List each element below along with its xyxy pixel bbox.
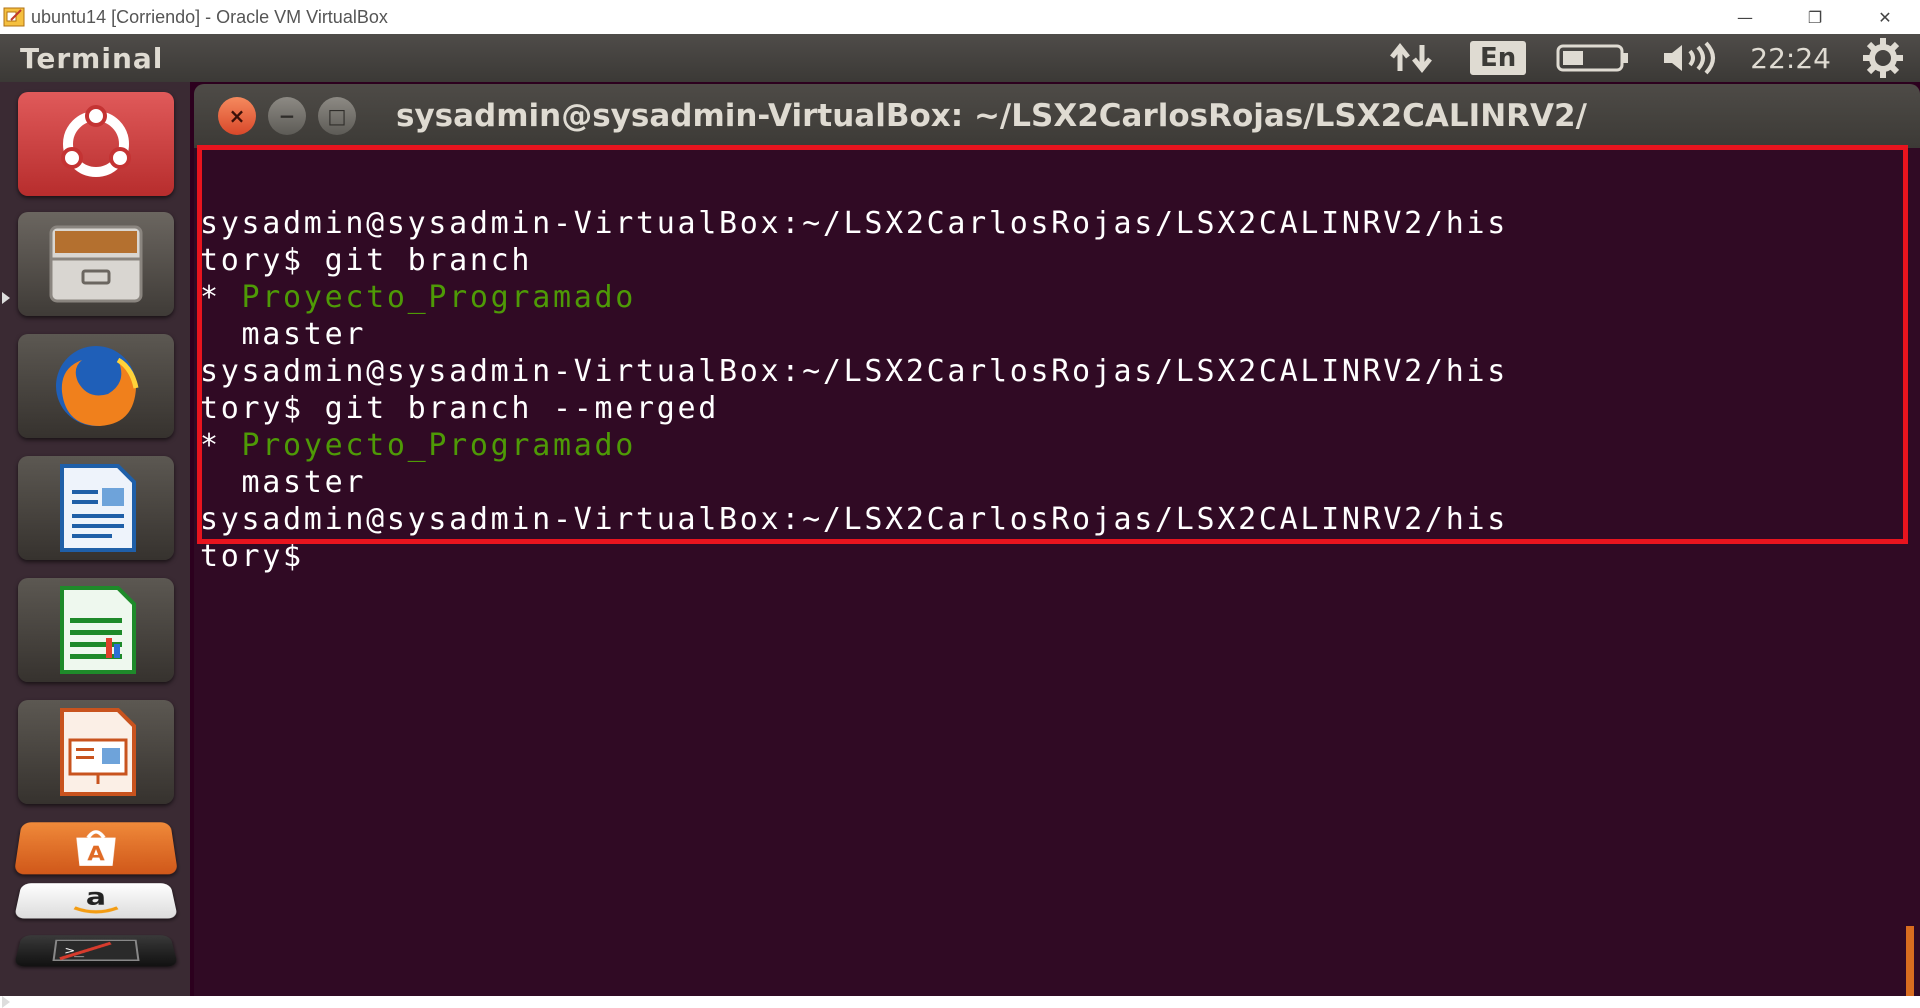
terminal-window-title: sysadmin@sysadmin-VirtualBox: ~/LSX2Carl… bbox=[396, 98, 1846, 134]
unity-launcher: A a >_ bbox=[0, 82, 190, 996]
libreoffice-calc-icon[interactable] bbox=[18, 578, 174, 682]
host-window-title: ubuntu14 [Corriendo] - Oracle VM Virtual… bbox=[31, 7, 388, 28]
host-minimize-button[interactable]: — bbox=[1710, 0, 1780, 34]
highlight-annotation-box bbox=[197, 145, 1908, 544]
svg-text:A: A bbox=[87, 842, 105, 865]
host-restore-button[interactable]: ❐ bbox=[1780, 0, 1850, 34]
launcher-running-indicator bbox=[2, 292, 10, 304]
top-panel: Terminal En 22:24 bbox=[0, 34, 1920, 82]
amazon-icon[interactable]: a bbox=[14, 883, 178, 918]
clock[interactable]: 22:24 bbox=[1750, 42, 1831, 75]
firefox-icon[interactable] bbox=[18, 334, 174, 438]
settings-gear-icon[interactable] bbox=[1861, 38, 1905, 78]
terminal-icon[interactable]: >_ bbox=[14, 935, 179, 966]
svg-text:a: a bbox=[86, 885, 107, 911]
terminal-titlebar[interactable]: × − □ sysadmin@sysadmin-VirtualBox: ~/LS… bbox=[194, 84, 1920, 148]
panel-app-name: Terminal bbox=[20, 42, 163, 75]
host-window-controls: — ❐ ✕ bbox=[1710, 0, 1920, 34]
battery-icon[interactable] bbox=[1556, 43, 1630, 73]
libreoffice-impress-icon[interactable] bbox=[18, 700, 174, 804]
host-close-button[interactable]: ✕ bbox=[1850, 0, 1920, 34]
files-icon[interactable] bbox=[18, 212, 174, 316]
window-close-button[interactable]: × bbox=[218, 97, 256, 135]
launcher-running-indicator bbox=[2, 996, 10, 1008]
software-center-icon[interactable]: A bbox=[14, 822, 178, 874]
libreoffice-writer-icon[interactable] bbox=[18, 456, 174, 560]
keyboard-lang-label: En bbox=[1470, 41, 1526, 75]
scrollbar-thumb[interactable] bbox=[1906, 926, 1914, 996]
host-titlebar: ubuntu14 [Corriendo] - Oracle VM Virtual… bbox=[0, 0, 1920, 34]
window-minimize-button[interactable]: − bbox=[268, 97, 306, 135]
window-maximize-button[interactable]: □ bbox=[318, 97, 356, 135]
indicator-area: En 22:24 bbox=[1373, 34, 1920, 82]
volume-icon[interactable] bbox=[1660, 41, 1720, 75]
keyboard-lang-icon[interactable]: En bbox=[1470, 41, 1526, 75]
dash-home-icon[interactable] bbox=[18, 92, 174, 196]
virtualbox-icon bbox=[3, 6, 25, 28]
network-icon[interactable] bbox=[1388, 41, 1440, 75]
